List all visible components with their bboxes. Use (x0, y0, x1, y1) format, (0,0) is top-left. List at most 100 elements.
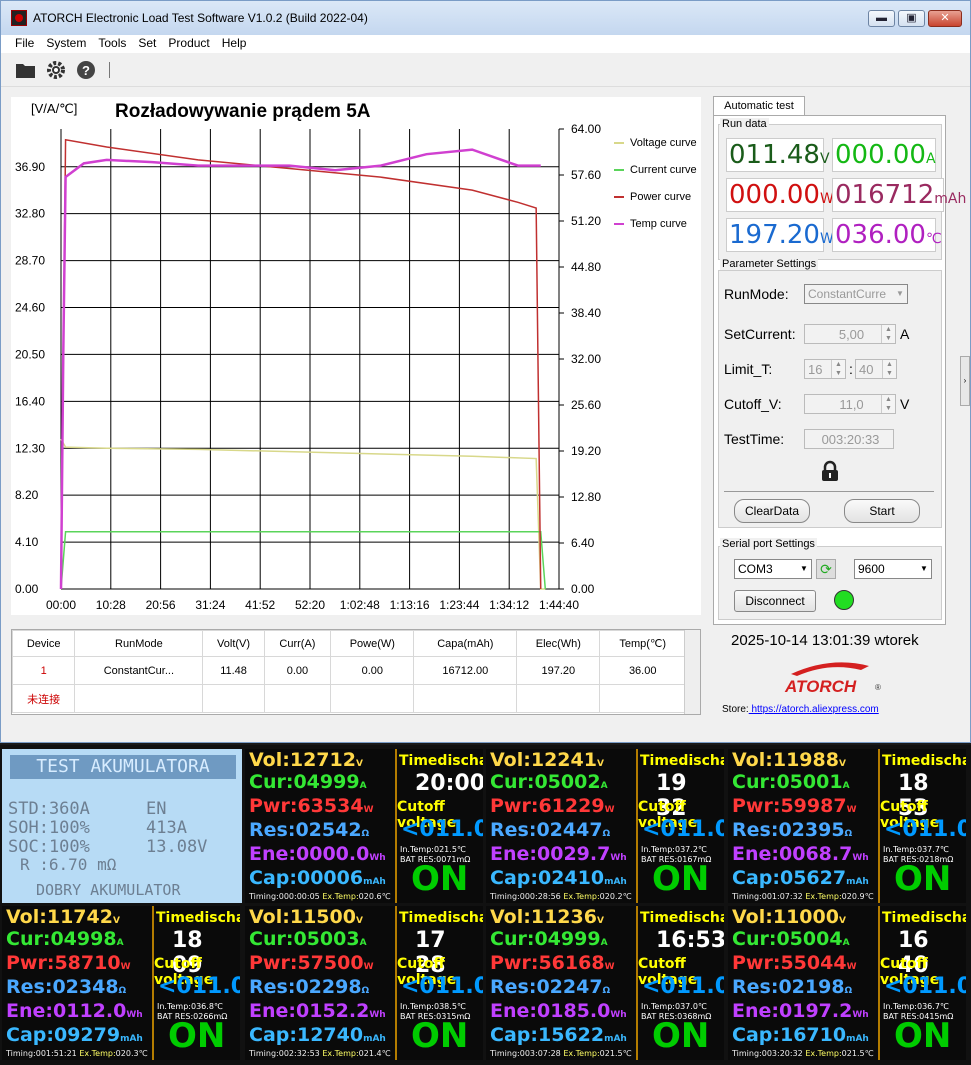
setcurrent-label: SetCurrent: (724, 326, 796, 342)
menu-product[interactable]: Product (162, 35, 215, 53)
col-volt[interactable]: Volt(V) (202, 630, 265, 657)
meter-on-indicator: ON (652, 859, 710, 899)
limit-hours-input[interactable]: 16 ▲ ▼ (804, 359, 846, 379)
meter-intemp: In.Temp:037.7℃ (883, 845, 949, 854)
x-tick-label: 41:52 (245, 598, 275, 612)
table-row[interactable]: 未连接 (11, 684, 686, 713)
spinner-icon[interactable]: ▲ ▼ (882, 360, 896, 378)
cell: 197.20 (516, 656, 601, 685)
meter-energy: Ene:0185.0Wh (490, 1000, 627, 1022)
meter-power: Pwr:55044W (732, 952, 857, 974)
x-tick-label: 20:56 (146, 598, 176, 612)
col-runmode[interactable]: RunMode (74, 630, 204, 657)
svg-text:ATORCH: ATORCH (784, 677, 857, 696)
table-scrollbar[interactable] (684, 630, 700, 714)
x-tick-label: 31:24 (195, 598, 225, 612)
meter-on-indicator: ON (894, 1016, 952, 1056)
col-power[interactable]: Powe(W) (330, 630, 415, 657)
spinner-icon[interactable]: ▲ ▼ (831, 360, 845, 378)
col-capa[interactable]: Capa(mAh) (413, 630, 518, 657)
connection-status-indicator (834, 590, 854, 610)
menu-set[interactable]: Set (132, 35, 162, 53)
chevron-down-icon: ▼ (920, 564, 928, 573)
x-tick-label: 1:02:48 (340, 598, 380, 612)
limit-minutes-input[interactable]: 40 ▲ ▼ (855, 359, 897, 379)
meter-resistance: Res:02348Ω (6, 976, 127, 998)
col-temp[interactable]: Temp(℃) (599, 630, 686, 657)
baud-select[interactable]: 9600 ▼ (854, 559, 932, 579)
start-button[interactable]: Start (844, 499, 920, 523)
setcurrent-input[interactable]: 5,00 ▲ ▼ (804, 324, 896, 344)
meter-energy: Ene:0197.2Wh (732, 1000, 869, 1022)
series-line-2 (60, 138, 542, 590)
col-device[interactable]: Device (11, 630, 76, 657)
help-icon[interactable]: ? (75, 59, 97, 81)
testtime-display: 003:20:33 (804, 429, 894, 449)
cutoff-v-label: Cutoff_V: (724, 396, 782, 412)
panel-expand-handle[interactable]: › (960, 356, 970, 406)
meter-energy: Ene:0068.7Wh (732, 843, 869, 865)
meter-capacity: Cap:02410mAh (490, 867, 627, 889)
cutoff-v-input[interactable]: 11,0 ▲ ▼ (804, 394, 896, 414)
cutoff-voltage-value: <011.0V (884, 974, 966, 999)
meter-current: Cur:04999A (490, 928, 608, 950)
cutoff-voltage-value: <011.0V (642, 974, 724, 999)
meter-current: Cur:05003A (249, 928, 367, 950)
meter-current: Cur:05004A (732, 928, 850, 950)
y-right-tick-label: 12.80 (571, 490, 601, 504)
runmode-select[interactable]: ConstantCurre ▼ (804, 284, 908, 304)
gear-icon[interactable] (45, 59, 67, 81)
spinner-icon[interactable]: ▲ ▼ (881, 325, 895, 343)
col-elec[interactable]: Elec(Wh) (516, 630, 601, 657)
port-select[interactable]: COM3 ▼ (734, 559, 812, 579)
y-left-tick-label: 16.40 (15, 394, 45, 408)
clear-data-button[interactable]: ClearData (734, 499, 810, 523)
atorch-logo: ATORCH ® (781, 656, 891, 698)
menu-file[interactable]: File (9, 35, 40, 53)
cutoff-voltage-value: <011.0V (401, 817, 483, 842)
load-meter-screen: Vol:12241V Cur:05002A Pwr:61229W Res:02447Ω… (486, 749, 724, 903)
meter-timing: Timing:000:28:56 Ex.Temp:020.2℃ (490, 892, 632, 901)
y-right-tick-label: 19.20 (571, 444, 601, 458)
tab-automatic-test[interactable]: Automatic test (713, 96, 805, 116)
meter-energy: Ene:0000.0Wh (249, 843, 386, 865)
col-curr[interactable]: Curr(A) (263, 630, 332, 657)
y-right-tick-label: 0.00 (571, 582, 595, 596)
meter-current: Cur:05001A (732, 771, 850, 793)
photo-collage: TEST AKUMULATORA STD:360A EN SOH:100% 41… (0, 745, 971, 1065)
store-link[interactable]: https://atorch.aliexpress.com (749, 704, 878, 715)
x-tick-label: 1:34:12 (489, 598, 529, 612)
tester-result: DOBRY AKUMULATOR (36, 881, 181, 899)
cell: 36.00 (599, 656, 686, 685)
menu-system[interactable]: System (40, 35, 92, 53)
table-row[interactable]: 1 ConstantCur... 11.48 0.00 0.00 16712.0… (11, 656, 686, 685)
spinner-icon[interactable]: ▲ ▼ (881, 395, 895, 413)
folder-icon[interactable] (15, 59, 37, 81)
cell: 16712.00 (413, 656, 518, 685)
meter-timing: Timing:001:51:21 Ex.Temp:020.3℃ (6, 1049, 148, 1058)
timedischarge-label: Timedischarge (640, 910, 724, 926)
y-right-tick-label: 25.60 (571, 398, 601, 412)
lock-icon[interactable] (820, 460, 840, 487)
minimize-button[interactable]: ▬ (868, 10, 895, 27)
timedischarge-label: Timedischarge (156, 910, 240, 926)
meter-power: Pwr:58710W (6, 952, 131, 974)
disconnect-button[interactable]: Disconnect (734, 590, 816, 612)
cutoff-voltage-value: <011.0V (642, 817, 724, 842)
refresh-icon[interactable]: ⟳ (816, 559, 836, 579)
capacity-display: 016712mAh (832, 178, 966, 212)
maximize-button[interactable]: ▣ (898, 10, 925, 27)
meter-power: Pwr:61229W (490, 795, 615, 817)
runmode-label: RunMode: (724, 286, 789, 302)
x-tick-label: 00:00 (46, 598, 76, 612)
menu-tools[interactable]: Tools (92, 35, 132, 53)
meter-capacity: Cap:15622mAh (490, 1024, 627, 1046)
tester-soh: SOH:100% (8, 818, 90, 838)
close-button[interactable]: ✕ (928, 10, 962, 27)
menu-help[interactable]: Help (216, 35, 253, 53)
tester-title: TEST AKUMULATORA (10, 755, 236, 779)
series-line-3 (59, 148, 541, 590)
window-title: ATORCH Electronic Load Test Software V1.… (33, 11, 368, 25)
menu-bar: File System Tools Set Product Help (1, 35, 970, 53)
meter-voltage: Vol:11742V (6, 906, 120, 928)
